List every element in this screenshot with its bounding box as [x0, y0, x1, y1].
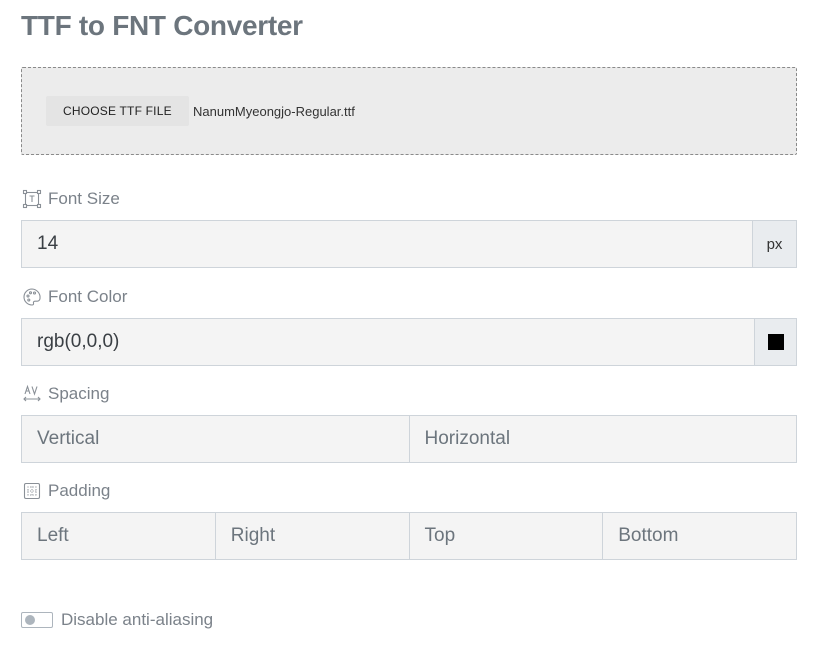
padding-bottom-input[interactable]: Bottom	[602, 513, 796, 559]
font-size-group: 14 px	[21, 220, 797, 268]
color-swatch	[767, 334, 784, 350]
choose-file-button[interactable]: CHOOSE TTF FILE	[46, 96, 189, 126]
padding-group: Left Right Top Bottom	[21, 512, 797, 560]
padding-top-input[interactable]: Top	[408, 513, 603, 559]
anti-aliasing-row: Disable anti-aliasing	[21, 610, 213, 630]
palette-icon	[22, 287, 42, 307]
color-picker-swatch[interactable]	[754, 319, 796, 365]
font-color-input[interactable]: rgb(0,0,0)	[22, 319, 754, 365]
padding-label-text: Padding	[48, 481, 111, 500]
padding-right-input[interactable]: Right	[214, 513, 409, 559]
font-color-label-text: Font Color	[48, 287, 128, 306]
font-color-group: rgb(0,0,0)	[21, 318, 797, 366]
spacing-group: Vertical Horizontal	[21, 415, 797, 463]
page-title: TTF to FNT Converter	[21, 10, 303, 41]
font-size-label: Font Size	[22, 189, 120, 209]
font-size-input[interactable]: 14	[22, 221, 752, 267]
spacing-label-text: Spacing	[48, 384, 110, 403]
font-size-label-text: Font Size	[48, 189, 120, 208]
resize-icon	[22, 189, 42, 209]
font-size-unit: px	[752, 221, 796, 267]
file-dropzone[interactable]: CHOOSE TTF FILE NanumMyeongjo-Regular.tt…	[21, 67, 797, 155]
padding-left-input[interactable]: Left	[22, 513, 215, 559]
anti-aliasing-toggle[interactable]	[21, 612, 53, 628]
padding-label: Padding	[22, 481, 110, 501]
horizontal-spacing-input[interactable]: Horizontal	[408, 416, 796, 462]
padding-icon	[22, 481, 42, 501]
anti-aliasing-label[interactable]: Disable anti-aliasing	[61, 610, 213, 630]
toggle-knob	[25, 615, 35, 625]
font-color-label: Font Color	[22, 287, 127, 307]
spacing-label: Spacing	[22, 384, 109, 404]
letter-spacing-icon	[22, 384, 42, 404]
selected-file-name: NanumMyeongjo-Regular.ttf	[193, 104, 355, 119]
vertical-spacing-input[interactable]: Vertical	[22, 416, 409, 462]
